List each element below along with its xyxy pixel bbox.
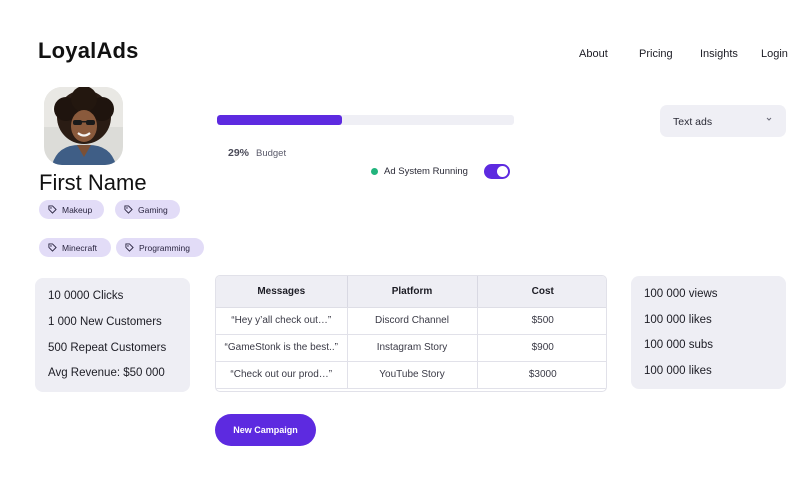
nav-pricing-link[interactable]: Pricing	[639, 48, 673, 60]
budget-label: Budget	[256, 148, 287, 159]
tag-minecraft[interactable]: Minecraft	[39, 238, 111, 257]
logo[interactable]: LoyalAds	[38, 38, 139, 64]
cell-message: “Check out our prod…”	[216, 361, 348, 389]
profile-name: First Name	[39, 170, 147, 195]
toggle-knob	[497, 166, 508, 177]
ad-system-toggle[interactable]	[484, 164, 510, 179]
tag-label: Programming	[139, 242, 191, 253]
tag-icon	[48, 205, 57, 214]
nav-insights-link[interactable]: Insights	[700, 48, 738, 60]
status-indicator-dot	[371, 168, 378, 175]
column-header-messages[interactable]: Messages	[216, 276, 348, 308]
cell-message: “Hey y’all check out…”	[216, 307, 348, 335]
cell-cost: $900	[477, 334, 606, 362]
tag-makeup[interactable]: Makeup	[39, 200, 104, 219]
tag-gaming[interactable]: Gaming	[115, 200, 180, 219]
tag-icon	[124, 205, 133, 214]
stat-repeat-customers: 500 Repeat Customers	[48, 342, 167, 354]
stat-subs: 100 000 subs	[644, 339, 714, 351]
status-text: Ad System Running	[384, 166, 468, 177]
nav-login-link[interactable]: Login	[761, 48, 788, 60]
budget-percent: 29%	[228, 147, 250, 159]
stat-new-customers: 1 000 New Customers	[48, 316, 162, 328]
stat-likes: 100 000 likes	[644, 314, 712, 326]
cell-platform: YouTube Story	[347, 361, 478, 389]
stat-likes-2: 100 000 likes	[644, 365, 712, 377]
tag-label: Makeup	[62, 204, 93, 215]
stat-views: 100 000 views	[644, 288, 718, 300]
nav-about-link[interactable]: About	[579, 48, 608, 60]
table-row[interactable]: “GameStonk is the best..” Instagram Stor…	[216, 334, 606, 362]
cell-platform: Instagram Story	[347, 334, 478, 362]
table-header-row: Messages Platform Cost	[216, 276, 606, 308]
campaign-table: Messages Platform Cost “Hey y’all check …	[215, 275, 607, 392]
cell-cost: $3000	[477, 361, 606, 389]
tag-icon	[125, 243, 134, 252]
tag-label: Minecraft	[62, 242, 97, 253]
table-row[interactable]: “Hey y’all check out…” Discord Channel $…	[216, 307, 606, 335]
budget-progress-bar	[217, 115, 514, 125]
budget-progress-fill	[217, 115, 342, 125]
tag-icon	[48, 243, 57, 252]
cell-cost: $500	[477, 307, 606, 335]
stat-avg-revenue: Avg Revenue: $50 000	[48, 367, 165, 379]
stat-clicks: 10 0000 Clicks	[48, 290, 124, 302]
column-header-platform[interactable]: Platform	[347, 276, 478, 308]
cell-message: “GameStonk is the best..”	[216, 334, 348, 362]
avatar	[44, 87, 123, 165]
chevron-down-icon	[765, 116, 773, 122]
column-header-cost[interactable]: Cost	[477, 276, 606, 308]
tag-programming[interactable]: Programming	[116, 238, 204, 257]
table-row[interactable]: “Check out our prod…” YouTube Story $300…	[216, 361, 606, 389]
dropdown-value: Text ads	[673, 116, 713, 128]
tag-label: Gaming	[138, 204, 168, 215]
cell-platform: Discord Channel	[347, 307, 478, 335]
new-campaign-button[interactable]: New Campaign	[215, 414, 316, 446]
